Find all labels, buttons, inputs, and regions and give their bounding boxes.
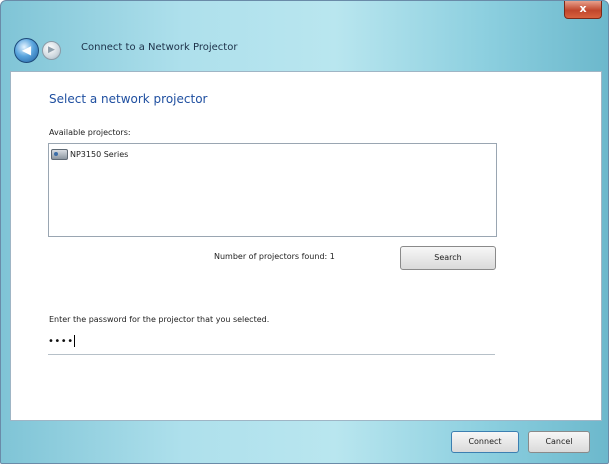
password-label: Enter the password for the projector tha… (49, 315, 270, 324)
search-button[interactable]: Search (400, 246, 496, 270)
content-panel: Select a network projector Available pro… (10, 71, 602, 421)
window-title: Connect to a Network Projector (81, 42, 238, 53)
close-button[interactable]: x (564, 1, 602, 19)
projector-list[interactable]: NP3150 Series (48, 143, 497, 237)
title-bar: x ◀ ▶ Connect to a Network Projector (1, 1, 608, 71)
password-input[interactable]: •••• (48, 330, 495, 355)
text-caret (73, 335, 75, 347)
forward-button[interactable]: ▶ (42, 41, 61, 60)
page-heading: Select a network projector (49, 92, 208, 106)
projector-icon (51, 148, 68, 160)
projector-list-item[interactable]: NP3150 Series (51, 147, 128, 161)
back-button[interactable]: ◀ (14, 38, 39, 63)
projector-name: NP3150 Series (70, 149, 129, 159)
cancel-button[interactable]: Cancel (528, 431, 590, 453)
password-value: •••• (48, 336, 74, 347)
available-projectors-label: Available projectors: (49, 128, 131, 137)
connect-button[interactable]: Connect (451, 431, 519, 453)
dialog-window: x ◀ ▶ Connect to a Network Projector Sel… (0, 0, 609, 464)
footer-bar: Connect Cancel (10, 419, 600, 463)
projectors-found-text: Number of projectors found: 1 (214, 252, 335, 261)
